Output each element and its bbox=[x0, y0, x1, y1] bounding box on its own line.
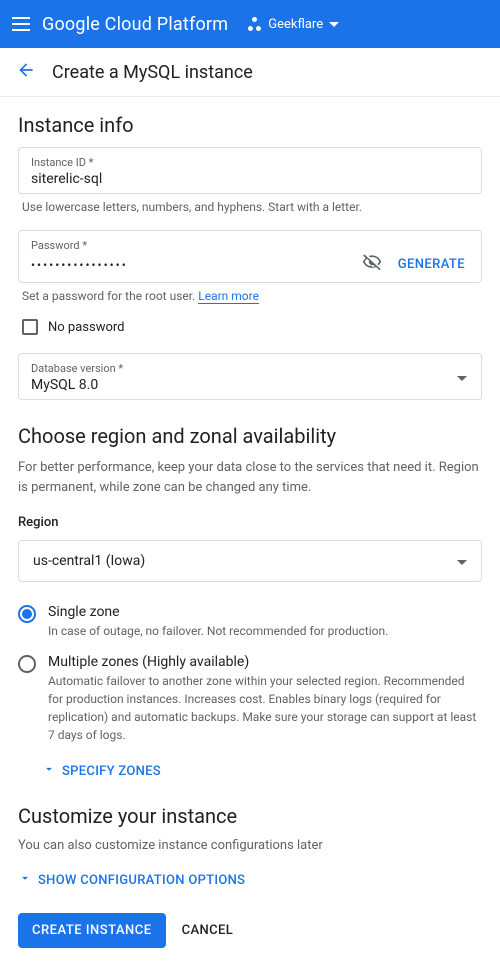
multiple-zones-radio[interactable] bbox=[18, 655, 36, 673]
no-password-row[interactable]: No password bbox=[18, 319, 482, 335]
visibility-off-icon[interactable] bbox=[362, 252, 382, 276]
single-zone-label: Single zone bbox=[48, 604, 388, 620]
top-bar: Google Cloud Platform Geekflare bbox=[0, 0, 500, 48]
region-heading: Choose region and zonal availability bbox=[18, 424, 482, 448]
instance-id-input[interactable] bbox=[31, 169, 469, 187]
customize-desc: You can also customize instance configur… bbox=[18, 838, 482, 853]
project-selector[interactable]: Geekflare bbox=[248, 17, 339, 32]
content: Instance info Instance ID * Use lowercas… bbox=[0, 97, 500, 972]
show-config-button[interactable]: SHOW CONFIGURATION OPTIONS bbox=[18, 871, 482, 889]
database-version-value: MySQL 8.0 bbox=[31, 375, 469, 393]
single-zone-option[interactable]: Single zone In case of outage, no failov… bbox=[18, 604, 482, 640]
single-zone-desc: In case of outage, no failover. Not reco… bbox=[48, 622, 388, 640]
customize-heading: Customize your instance bbox=[18, 804, 482, 828]
chevron-down-icon bbox=[457, 560, 467, 565]
instance-info-heading: Instance info bbox=[18, 113, 482, 137]
region-select[interactable]: us-central1 (Iowa) bbox=[18, 540, 482, 582]
multiple-zones-label: Multiple zones (Highly available) bbox=[48, 654, 482, 670]
project-icon bbox=[248, 17, 262, 31]
back-arrow-icon[interactable] bbox=[16, 60, 36, 84]
single-zone-radio[interactable] bbox=[18, 605, 36, 623]
instance-id-helper: Use lowercase letters, numbers, and hyph… bbox=[22, 200, 478, 214]
region-desc: For better performance, keep your data c… bbox=[18, 458, 482, 497]
product-name: Google Cloud Platform bbox=[42, 14, 228, 35]
specify-zones-button[interactable]: SPECIFY ZONES bbox=[42, 762, 482, 780]
no-password-checkbox[interactable] bbox=[22, 319, 38, 335]
chevron-down-icon bbox=[329, 22, 339, 27]
create-instance-button[interactable]: CREATE INSTANCE bbox=[18, 913, 166, 948]
project-name: Geekflare bbox=[268, 17, 323, 32]
chevron-down-icon bbox=[18, 871, 32, 889]
database-version-select[interactable]: Database version * MySQL 8.0 bbox=[18, 353, 482, 400]
region-label: Region bbox=[18, 515, 482, 530]
zone-availability-group: Single zone In case of outage, no failov… bbox=[18, 604, 482, 744]
database-version-label: Database version * bbox=[31, 362, 469, 375]
chevron-down-icon bbox=[42, 762, 56, 780]
multiple-zones-option[interactable]: Multiple zones (Highly available) Automa… bbox=[18, 654, 482, 744]
chevron-down-icon bbox=[457, 376, 467, 381]
generate-button[interactable]: GENERATE bbox=[394, 257, 469, 272]
instance-id-field[interactable]: Instance ID * bbox=[18, 147, 482, 194]
action-buttons: CREATE INSTANCE CANCEL bbox=[18, 913, 482, 948]
password-input[interactable] bbox=[31, 256, 350, 272]
password-label: Password * bbox=[31, 239, 469, 252]
menu-icon[interactable] bbox=[12, 17, 30, 31]
page-header: Create a MySQL instance bbox=[0, 48, 500, 97]
password-helper: Set a password for the root user. Learn … bbox=[22, 289, 478, 303]
instance-id-label: Instance ID * bbox=[31, 156, 469, 169]
page-title: Create a MySQL instance bbox=[52, 62, 253, 83]
learn-more-link[interactable]: Learn more bbox=[198, 289, 259, 304]
password-field[interactable]: Password * GENERATE bbox=[18, 230, 482, 283]
no-password-label: No password bbox=[48, 320, 125, 335]
region-value: us-central1 (Iowa) bbox=[33, 553, 145, 569]
multiple-zones-desc: Automatic failover to another zone withi… bbox=[48, 672, 482, 744]
cancel-button[interactable]: CANCEL bbox=[182, 913, 234, 948]
